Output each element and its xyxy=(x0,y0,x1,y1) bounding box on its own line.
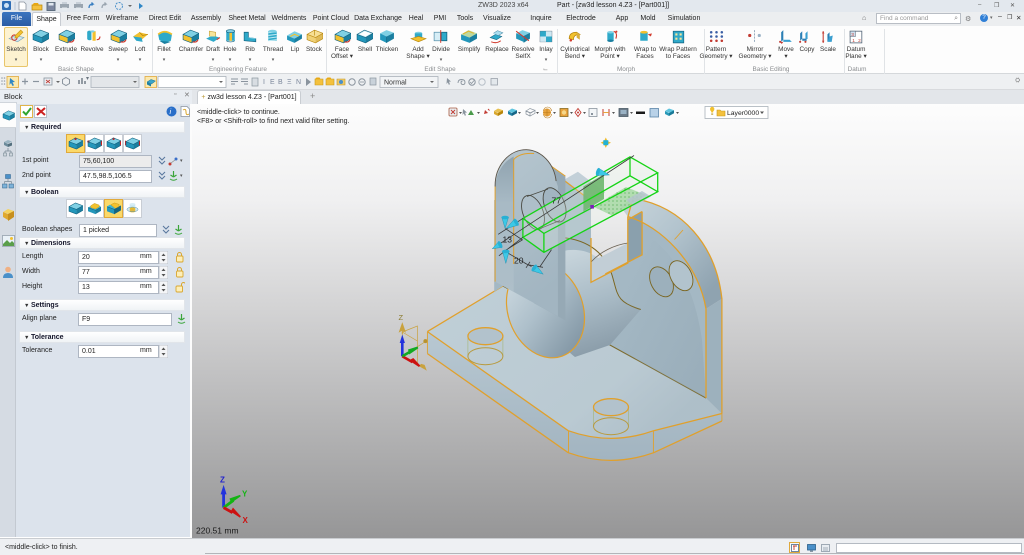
svg-text:Normal: Normal xyxy=(384,80,407,87)
svg-text:13: 13 xyxy=(503,235,513,245)
svg-text:Y: Y xyxy=(242,490,248,499)
svg-text:E: E xyxy=(270,79,275,86)
svg-text:Layer0000: Layer0000 xyxy=(727,110,759,117)
svg-text:X: X xyxy=(243,516,249,525)
svg-text:N: N xyxy=(296,79,301,86)
svg-text:20: 20 xyxy=(514,256,524,266)
svg-text:77: 77 xyxy=(552,196,562,206)
svg-text:I: I xyxy=(263,79,265,86)
svg-text:Z: Z xyxy=(220,476,225,485)
svg-text:Z: Z xyxy=(399,313,404,322)
svg-text:B: B xyxy=(278,79,283,86)
svg-text:220.51 mm: 220.51 mm xyxy=(196,526,239,536)
svg-text:Ξ: Ξ xyxy=(287,79,292,86)
